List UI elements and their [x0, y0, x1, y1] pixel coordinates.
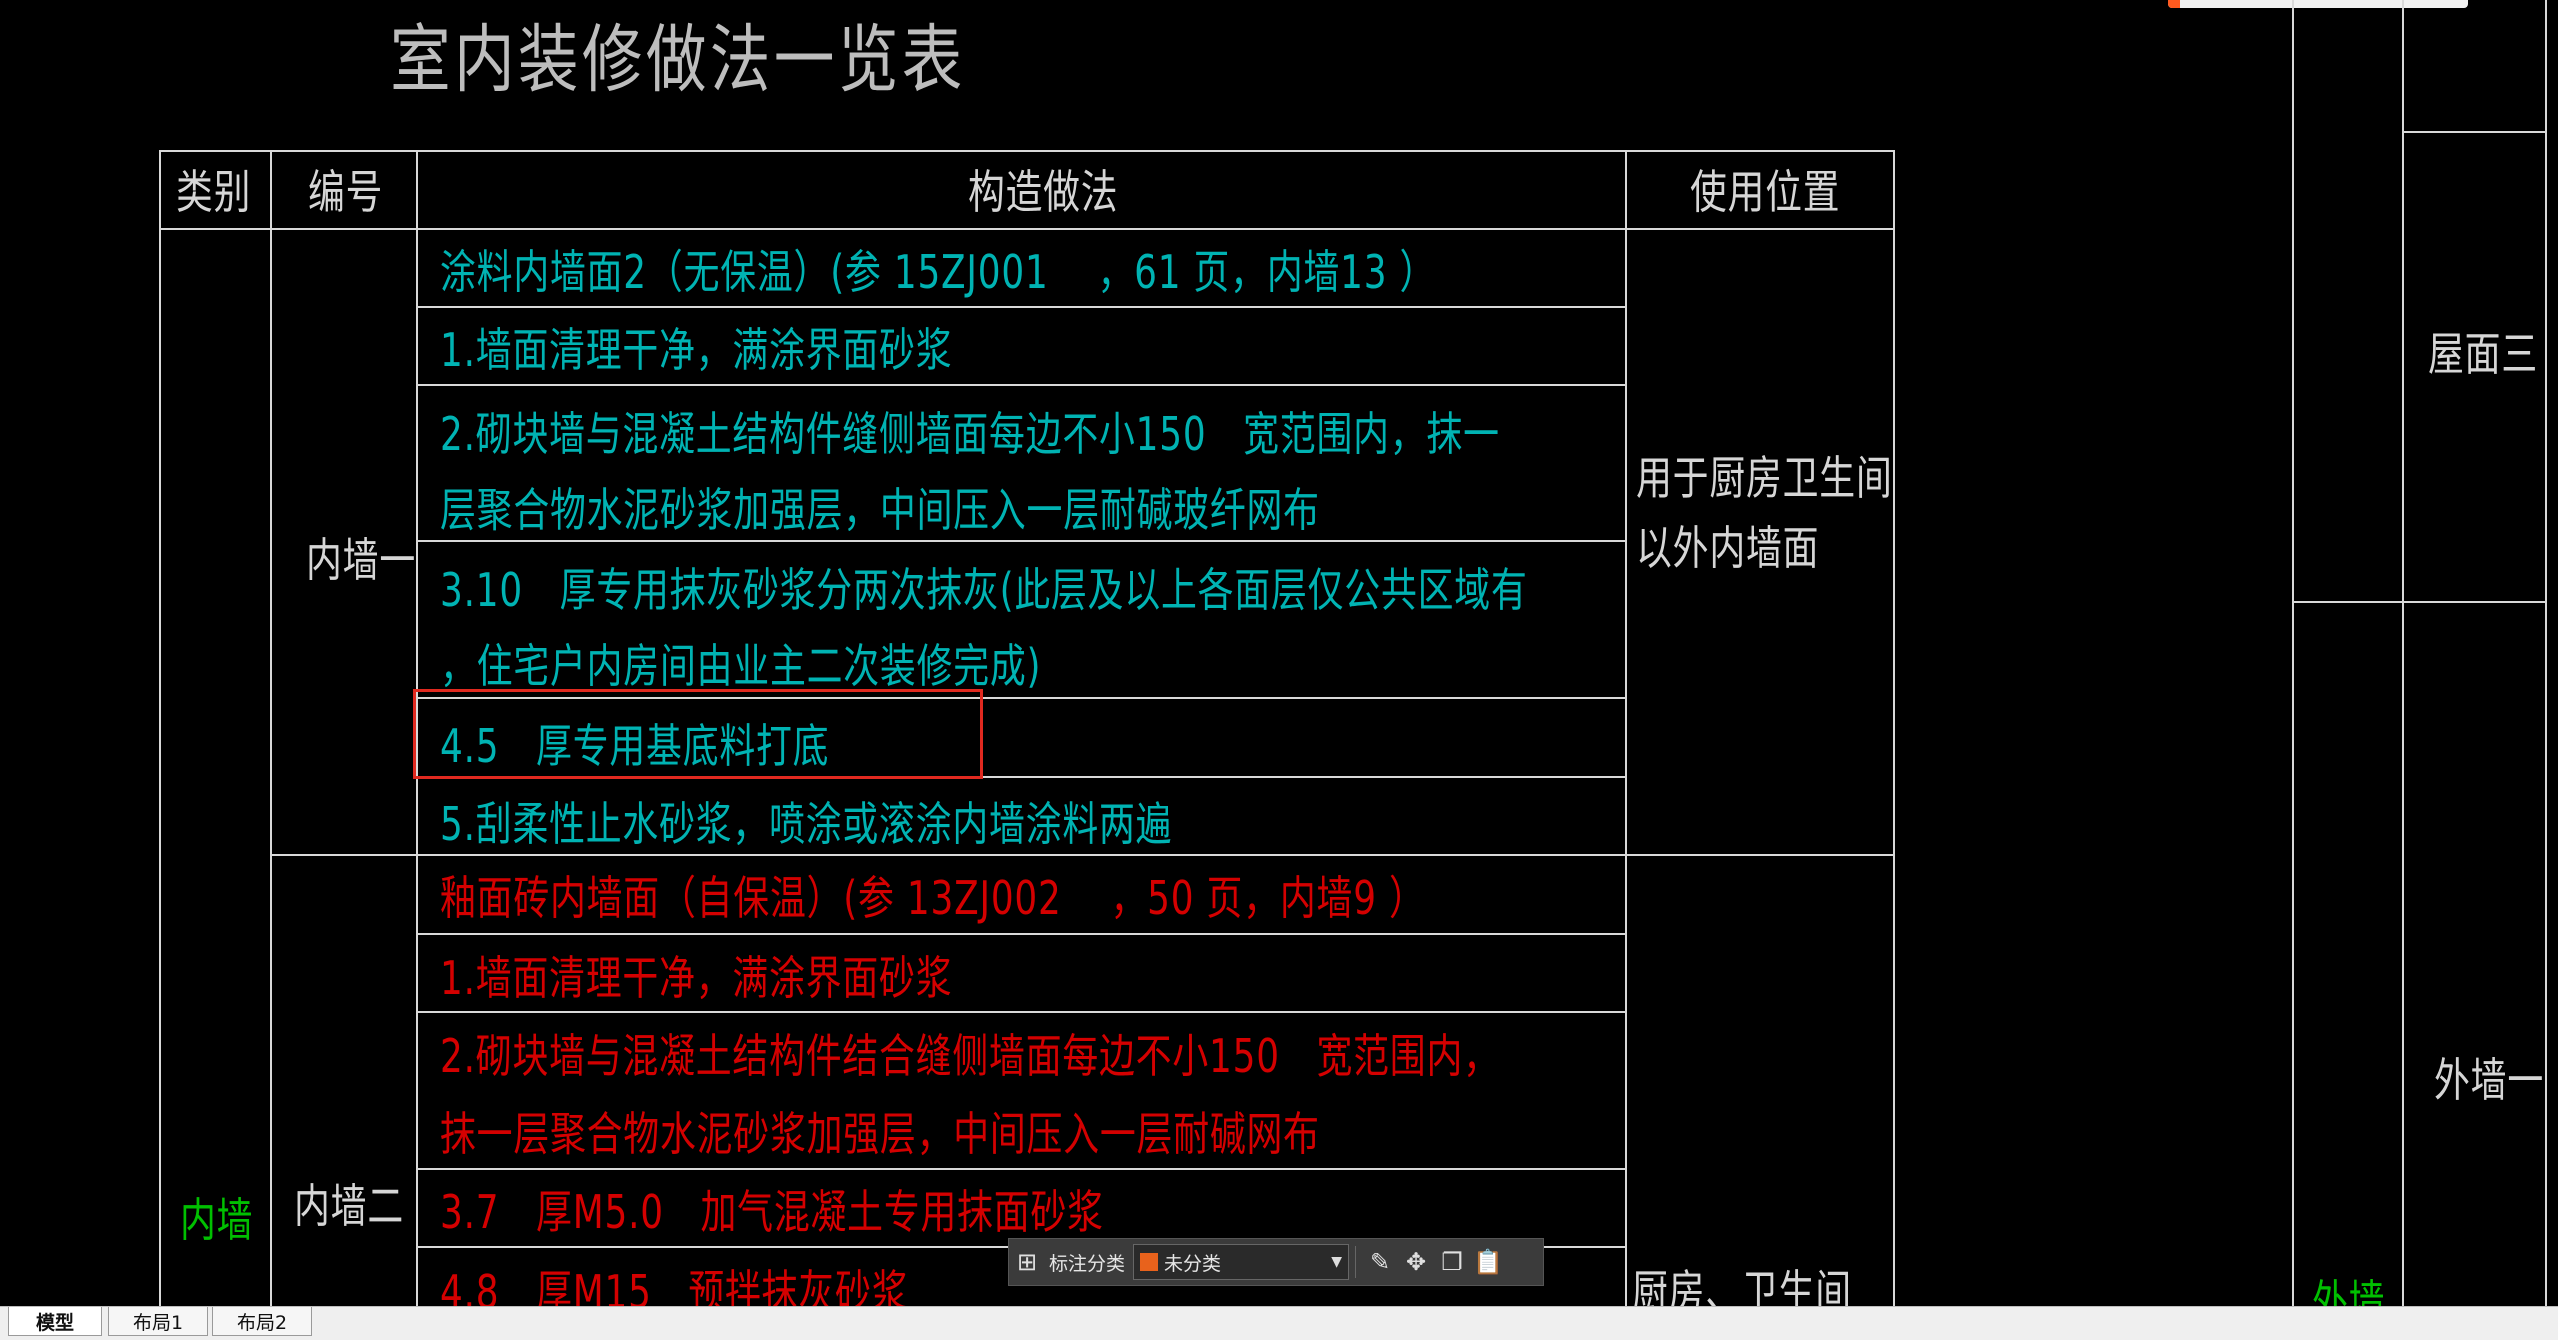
wall1-line: 3.10 厚专用抹灰砂浆分两次抹灰(此层及以上各面层仅公共区域有	[440, 563, 1528, 617]
right-col-sep-2	[2402, 0, 2404, 1306]
header-code: 编号	[308, 165, 384, 219]
wall1-line: 层聚合物水泥砂浆加强层，中间压入一层耐碱玻纤网布	[440, 483, 1320, 537]
wall1-line: 涂料内墙面2（无保温）(参 15ZJ001 ，61 页，内墙13 ）	[440, 245, 1437, 299]
wall1-location-line2: 以外内墙面	[1636, 521, 1820, 575]
wall1-line: 1.墙面清理干净，满涂界面砂浆	[440, 323, 953, 377]
col-sep-3	[1625, 150, 1627, 1306]
row-sep	[416, 540, 1626, 542]
category-inner-wall: 内墙	[180, 1193, 254, 1247]
wall1-line: 5.刮柔性止水砂浆，喷涂或滚涂内墙涂料两遍	[440, 797, 1173, 851]
tab-layout1[interactable]: 布局1	[108, 1307, 208, 1336]
group-sep	[270, 854, 1894, 856]
table-left-border	[159, 150, 161, 1306]
row-sep	[416, 306, 1626, 308]
header-category: 类别	[176, 165, 252, 219]
layout-tab-bar: 模型 布局1 布局2	[0, 1306, 2558, 1340]
annotation-mini-toolbar: ⊞ 标注分类 未分类 ▼ ✎ ✥ ❐ 📋	[1008, 1238, 1544, 1286]
tab-layout2[interactable]: 布局2	[212, 1307, 312, 1336]
selection-highlight-box[interactable]	[413, 689, 983, 779]
drawing-canvas[interactable]: 室内装修做法一览表 类别 编号 构造做法 使用位置 内墙 内墙一 内墙二 涂料内…	[0, 0, 2558, 1340]
right-row-sep	[2402, 131, 2547, 133]
category-color-swatch	[1140, 1253, 1159, 1271]
header-location: 使用位置	[1690, 165, 1841, 219]
row-sep	[416, 1168, 1626, 1170]
outer-wall-one-label: 外墙一	[2434, 1053, 2544, 1107]
top-notification-badge[interactable]	[2168, 0, 2468, 8]
edit-icon[interactable]: ✎	[1362, 1244, 1398, 1280]
drawing-title: 室内装修做法一览表	[390, 17, 966, 103]
wall1-code: 内墙一	[306, 533, 416, 587]
wall1-line: 2.砌块墙与混凝土结构件缝侧墙面每边不小150 宽范围内，抹一	[440, 407, 1500, 461]
col-sep-1	[270, 150, 272, 1306]
annotation-category-label: 标注分类	[1049, 1253, 1126, 1275]
roof-three-label: 屋面三	[2428, 327, 2538, 381]
table-top-border	[159, 150, 1894, 152]
wall2-line: 釉面砖内墙面（自保温）(参 13ZJ002 ，50 页，内墙9 ）	[440, 871, 1426, 925]
wall2-line: 抹一层聚合物水泥砂浆加强层，中间压入一层耐碱网布	[440, 1107, 1320, 1161]
wall2-line: 1.墙面清理干净，满涂界面砂浆	[440, 951, 953, 1005]
header-bottom-border	[159, 228, 1894, 230]
annotation-category-select[interactable]: 未分类 ▼	[1133, 1244, 1350, 1280]
move-icon[interactable]: ✥	[1398, 1244, 1434, 1280]
header-method: 构造做法	[968, 165, 1119, 219]
wall1-location-line1: 用于厨房卫生间	[1636, 451, 1893, 505]
toolbar-divider	[1355, 1246, 1357, 1278]
wall2-line: 2.砌块墙与混凝土结构件结合缝侧墙面每边不小150 宽范围内，	[440, 1029, 1500, 1083]
right-row-sep	[2292, 601, 2547, 603]
row-sep	[416, 1011, 1626, 1013]
table-right-border	[1893, 150, 1895, 1306]
tab-model[interactable]: 模型	[8, 1307, 102, 1336]
right-col-sep-3	[2545, 0, 2547, 1306]
wall1-line: ，住宅户内房间由业主二次装修完成)	[440, 639, 1042, 693]
right-col-sep-1	[2292, 0, 2294, 1306]
row-sep	[416, 384, 1626, 386]
copy-icon[interactable]: ❐	[1434, 1244, 1470, 1280]
paste-icon[interactable]: 📋	[1470, 1244, 1506, 1280]
row-sep	[416, 933, 1626, 935]
wall2-code: 内墙二	[294, 1179, 404, 1233]
category-select-value: 未分类	[1164, 1252, 1222, 1275]
wall2-line: 3.7 厚M5.0 加气混凝土专用抹面砂浆	[440, 1185, 1104, 1239]
chevron-down-icon: ▼	[1331, 1254, 1343, 1270]
grid-icon[interactable]: ⊞	[1009, 1244, 1045, 1280]
